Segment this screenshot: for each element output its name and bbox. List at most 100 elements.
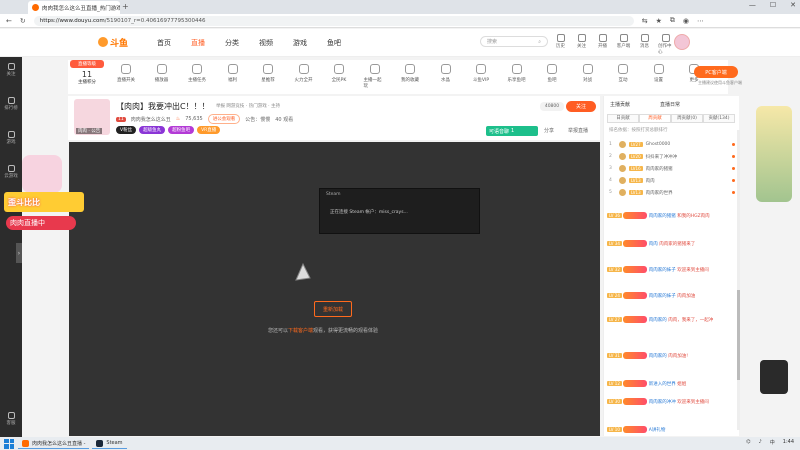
reload-button[interactable]: 重新加载: [314, 301, 352, 317]
toolbar-item-2[interactable]: 主播任务: [186, 64, 208, 83]
user-avatar[interactable]: [674, 34, 690, 50]
toolbar-item-5[interactable]: 火力全开: [293, 64, 315, 83]
toolbar-item-8[interactable]: 我的收藏: [399, 64, 421, 83]
tag-super-fish[interactable]: 超级鱼丸: [139, 126, 166, 134]
browser-tab[interactable]: 肉肉我怎么这么丑直播_热门游戏直 ✕: [28, 1, 120, 14]
tab-weekly-0[interactable]: 周贡献(0): [671, 114, 703, 123]
toolbar-item-13[interactable]: 对战: [577, 64, 599, 83]
taskbar-browser[interactable]: 肉肉我怎么这么丑直播 -: [18, 438, 90, 449]
sidebar-item-service[interactable]: 客服: [0, 412, 22, 426]
toolbar-item-10[interactable]: 斗鱼VIP: [470, 64, 492, 83]
chat-message[interactable]: LV 32 肉肉家的妹子 欢迎来到主播间: [607, 266, 735, 274]
chat-username[interactable]: 肉肉家的妹子: [649, 268, 676, 273]
rank-row[interactable]: 2 LV20 抖抖来了冲冲冲: [609, 152, 735, 161]
network-icon[interactable]: ⌬: [746, 439, 750, 446]
taskbar-steam[interactable]: Steam: [92, 438, 127, 449]
chat-message[interactable]: LV 34 肉肉 肉肉家的猪猪来了: [607, 240, 735, 248]
maximize-icon[interactable]: ☐: [770, 1, 776, 9]
tab-contribution-count[interactable]: 贡献(134): [703, 114, 735, 123]
new-tab-icon[interactable]: +: [122, 2, 129, 11]
stream-meta[interactable]: 举报 网游竞技 · 热门游戏 · 主持: [216, 103, 280, 109]
chat-username[interactable]: 肉肉家的猪猪: [649, 214, 676, 219]
toolbar-item-9[interactable]: 水晶: [435, 64, 457, 83]
profile-icon[interactable]: ◉: [683, 17, 689, 25]
nav-fishbar[interactable]: 鱼吧: [327, 38, 341, 48]
refresh-icon[interactable]: ↻: [20, 17, 26, 25]
float-character-image[interactable]: [22, 155, 62, 193]
tab-weekly[interactable]: 周贡献: [639, 114, 671, 123]
toolbar-item-4[interactable]: 星推荐: [257, 64, 279, 83]
history-button[interactable]: 历史: [553, 34, 568, 55]
toolbar-item-7[interactable]: 主播一起玩: [364, 64, 386, 89]
chat-username[interactable]: 肉肉家的冲冲: [649, 400, 676, 405]
streamer-level-box[interactable]: 直播等级 11 主播积分: [70, 60, 104, 88]
message-button[interactable]: 消息: [637, 34, 652, 55]
sidebar-item-rank[interactable]: 排行榜: [0, 97, 22, 111]
start-live-button[interactable]: 开播: [595, 34, 610, 55]
chat-username[interactable]: 肉肉家的: [649, 354, 667, 359]
windows-start-icon[interactable]: [4, 438, 14, 449]
douyu-logo[interactable]: 斗鱼: [98, 36, 136, 49]
chat-message[interactable]: LV 27 肉肉家的 肉肉，我来了，一起冲: [607, 316, 735, 324]
extensions-icon[interactable]: ⧉: [670, 16, 675, 25]
close-window-icon[interactable]: ✕: [790, 1, 796, 9]
chat-message[interactable]: LV 36 肉肉家的猪猪 和我的HGZ肉肉: [607, 212, 735, 220]
chevron-right-icon[interactable]: ›: [16, 243, 22, 263]
rank-row[interactable]: 3 LV16 肉肉家的猪猪: [609, 164, 735, 173]
volume-icon[interactable]: ♪: [759, 439, 762, 446]
pc-client-button[interactable]: PC客户端: [694, 66, 738, 78]
rank-row[interactable]: 4 LV13 肉肉: [609, 176, 735, 185]
chat-username[interactable]: 新进入的世界: [649, 382, 676, 387]
back-icon[interactable]: ←: [6, 17, 12, 25]
chat-message[interactable]: LV 31 肉肉家的 肉肉加油!: [607, 352, 735, 360]
chat-message[interactable]: LV 30 肉肉家的冲冲 欢迎来到主播间: [607, 398, 735, 406]
daily-heading[interactable]: 直播日常: [660, 101, 680, 108]
toolbar-item-0[interactable]: 直播开关: [115, 64, 137, 83]
chat-username[interactable]: 肉肉家的妹子: [649, 294, 676, 299]
streamer-name[interactable]: 肉肉我怎么这么丑: [131, 116, 171, 123]
sidebar-item-game[interactable]: 游戏: [0, 131, 22, 145]
toolbar-item-6[interactable]: 全民PK: [328, 64, 350, 83]
toolbar-item-14[interactable]: 互动: [612, 64, 634, 83]
toolbar-item-3[interactable]: 福利: [222, 64, 244, 83]
minimize-icon[interactable]: —: [749, 1, 756, 9]
report-button[interactable]: 举报直播: [568, 127, 588, 134]
toolbar-item-11[interactable]: 乐享鱼吧: [506, 64, 528, 83]
rank-row[interactable]: 1 LV27 Ghost0000: [609, 140, 735, 149]
chat-username[interactable]: 肉肉家的: [649, 318, 667, 323]
chat-message[interactable]: LV 12 新进入的世界 姐姐: [607, 380, 735, 388]
toolbar-item-1[interactable]: 播放器: [151, 64, 173, 83]
download-client-link[interactable]: 下载客户端: [288, 328, 313, 334]
contribution-heading[interactable]: 主播贡献: [610, 101, 630, 108]
nav-live[interactable]: 直播: [191, 38, 205, 48]
search-icon[interactable]: ⌕: [538, 39, 541, 45]
follow-button[interactable]: 关注: [574, 34, 589, 55]
sidebar-item-cloud-game[interactable]: 云游戏: [0, 165, 22, 179]
voice-chat-button[interactable]: 可语音聊 1: [486, 126, 538, 136]
share-button[interactable]: 分享: [544, 127, 554, 134]
chat-message[interactable]: LV 10 A讲礼物: [607, 426, 735, 434]
tag-fan[interactable]: V粉丝: [116, 126, 137, 134]
sidebar-item-follow[interactable]: 关注: [0, 63, 22, 77]
ime-indicator[interactable]: 中: [770, 439, 775, 446]
float-banner[interactable]: 歪斗比比: [4, 192, 84, 212]
video-player[interactable]: [69, 142, 600, 436]
nav-video[interactable]: 视频: [259, 38, 273, 48]
menu-icon[interactable]: ⋯: [697, 17, 704, 25]
subscribe-button[interactable]: 关注: [566, 101, 596, 112]
rank-row[interactable]: 5 LV13 肉肉家的世界: [609, 188, 735, 197]
favorite-star-icon[interactable]: ★: [656, 17, 662, 25]
activity-widget-image[interactable]: [756, 106, 792, 202]
nav-game[interactable]: 游戏: [293, 38, 307, 48]
client-button[interactable]: 客户端: [616, 34, 631, 55]
creator-button[interactable]: 创作中心: [658, 34, 673, 55]
clock[interactable]: 1:44: [783, 439, 794, 446]
tag-vr[interactable]: VR直播: [197, 126, 221, 134]
promo-widget-image[interactable]: [760, 360, 788, 394]
toolbar-item-15[interactable]: 设置: [648, 64, 670, 83]
search-input[interactable]: 搜索 ⌕: [480, 36, 548, 47]
translate-icon[interactable]: ⇆: [642, 17, 648, 25]
guild-button[interactable]: 进公会观看: [207, 114, 241, 124]
chat-username[interactable]: 肉肉: [649, 242, 658, 247]
float-live-badge[interactable]: 肉肉直播中: [6, 216, 76, 230]
